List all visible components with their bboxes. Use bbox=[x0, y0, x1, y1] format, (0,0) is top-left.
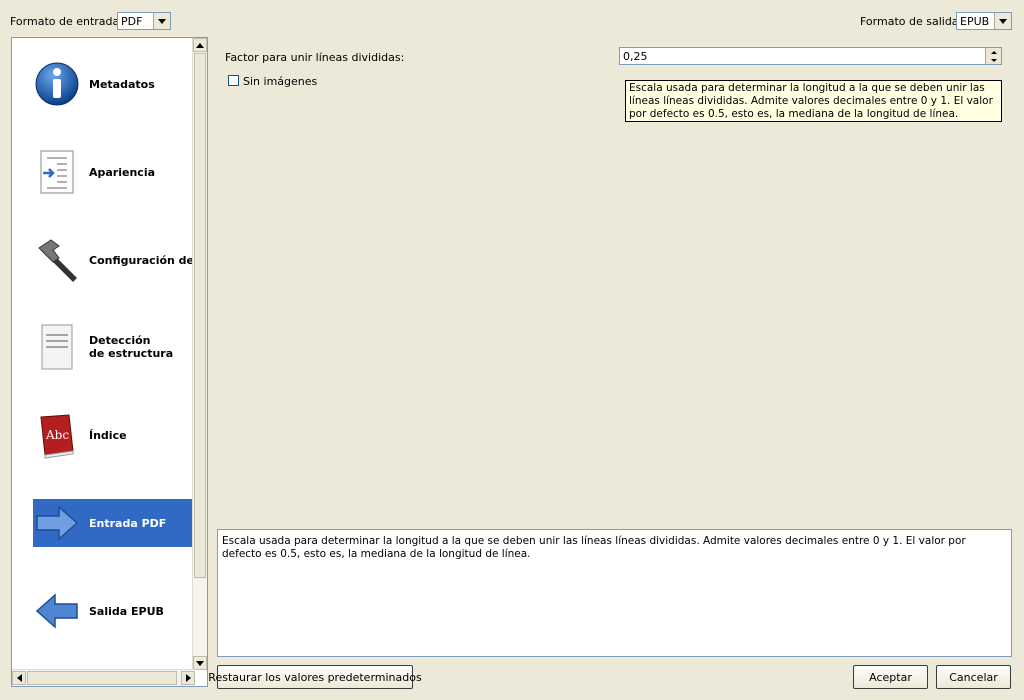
no-images-label[interactable]: Sin imágenes bbox=[243, 75, 317, 88]
option-description-box: Escala usada para determinar la longitud… bbox=[217, 529, 1012, 657]
sidebar-item-epub-output[interactable]: Salida EPUB bbox=[33, 587, 193, 635]
book-abc-icon: Abc bbox=[40, 414, 74, 459]
hammer-icon bbox=[38, 239, 77, 282]
info-icon bbox=[35, 62, 79, 106]
arrow-left-icon bbox=[35, 593, 78, 629]
scroll-right-button[interactable] bbox=[181, 671, 195, 685]
ok-button[interactable]: Aceptar bbox=[853, 665, 928, 689]
spin-down-icon[interactable] bbox=[986, 56, 1001, 64]
input-format-select[interactable]: PDF bbox=[117, 12, 171, 30]
document-lines-icon bbox=[41, 324, 73, 370]
no-images-checkbox[interactable] bbox=[228, 75, 239, 86]
scroll-left-button[interactable] bbox=[12, 671, 26, 685]
scroll-down-button[interactable] bbox=[193, 656, 207, 670]
svg-text:Abc: Abc bbox=[45, 428, 69, 442]
options-sidebar: Metadatos Apariencia Configuración de p bbox=[11, 37, 208, 687]
arrow-right-icon bbox=[36, 505, 79, 541]
sidebar-item-metadata[interactable]: Metadatos bbox=[33, 60, 193, 108]
sidebar-item-pdf-input[interactable]: Entrada PDF bbox=[33, 499, 193, 547]
output-format-label: Formato de salida: bbox=[860, 15, 963, 28]
sidebar-item-label: Salida EPUB bbox=[89, 604, 164, 618]
sidebar-item-toc[interactable]: Abc Índice bbox=[33, 411, 193, 459]
sidebar-item-label: Detección de estructura bbox=[89, 334, 174, 360]
input-format-value: PDF bbox=[121, 14, 143, 28]
output-format-value: EPUB bbox=[960, 14, 990, 28]
sidebar-item-label: Entrada PDF bbox=[89, 516, 167, 530]
sidebar-horizontal-scrollbar[interactable] bbox=[12, 669, 195, 686]
line-unwrap-factor-value: 0,25 bbox=[623, 49, 648, 63]
scrollbar-thumb[interactable] bbox=[194, 53, 206, 578]
sidebar-item-structure-detection[interactable]: Detección de estructura bbox=[33, 323, 193, 371]
spin-buttons[interactable] bbox=[985, 48, 1001, 64]
sidebar-item-label: Metadatos bbox=[89, 77, 155, 91]
document-indent-icon bbox=[40, 150, 74, 194]
input-format-label: Formato de entrada: bbox=[10, 15, 123, 28]
scrollbar-thumb[interactable] bbox=[27, 671, 177, 685]
sidebar-vertical-scrollbar[interactable] bbox=[192, 38, 207, 670]
sidebar-item-page-setup[interactable]: Configuración de p bbox=[33, 236, 206, 284]
spin-up-icon[interactable] bbox=[986, 48, 1001, 56]
restore-defaults-button[interactable]: Restaurar los valores predeterminados bbox=[208, 665, 422, 689]
line-unwrap-factor-label: Factor para unir líneas divididas: bbox=[225, 51, 405, 64]
sidebar-item-label: Apariencia bbox=[89, 165, 156, 179]
output-format-select[interactable]: EPUB bbox=[956, 12, 1012, 30]
sidebar-item-label: Índice bbox=[89, 428, 127, 442]
chevron-down-icon[interactable] bbox=[994, 13, 1011, 29]
cancel-button[interactable]: Cancelar bbox=[936, 665, 1011, 689]
scroll-up-button[interactable] bbox=[193, 38, 207, 52]
chevron-down-icon[interactable] bbox=[153, 13, 170, 29]
sidebar-item-appearance[interactable]: Apariencia bbox=[33, 148, 193, 196]
line-unwrap-factor-spinbox[interactable]: 0,25 bbox=[619, 47, 1002, 65]
sidebar-item-label: Configuración de p bbox=[89, 253, 206, 267]
help-tooltip: Escala usada para determinar la longitud… bbox=[625, 80, 1002, 122]
